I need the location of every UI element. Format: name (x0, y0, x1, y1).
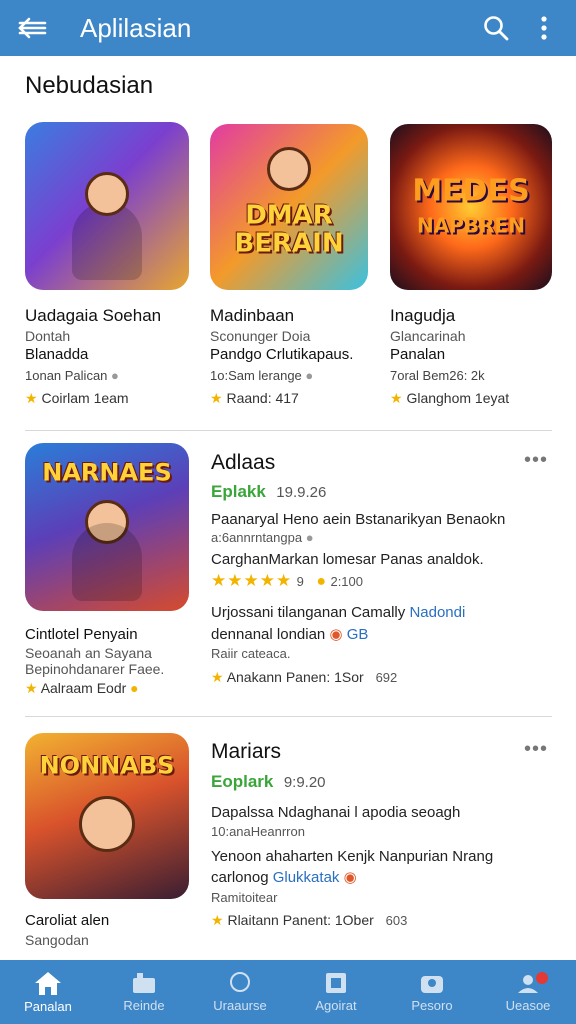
app-footer: ★ Rlaitann Panent: 1Ober 603 (211, 912, 408, 928)
games-icon (133, 973, 155, 993)
app-description: Dapalssa Ndaghanai l apodia seoagh (211, 804, 461, 821)
app-rating: ★ Glanghom 1eyat (390, 390, 510, 406)
star-icon: ★ (390, 390, 403, 406)
info-icon: ● (111, 368, 119, 383)
app-extra-line: carlonog Glukkatak ◉ (211, 869, 357, 886)
notification-badge (536, 972, 548, 984)
app-rating: ★ Coirlam 1eam (25, 390, 129, 406)
section-title: Nebudasian (25, 72, 154, 99)
app-name[interactable]: Uadagaia Soehan (25, 306, 161, 326)
game-logo-art: DMAR BERAIN (234, 200, 344, 259)
more-horiz-icon[interactable]: ••• (524, 738, 548, 761)
info-icon: ● (305, 530, 314, 545)
app-description: CarghanMarkan lomesar Panas analdok. (211, 551, 484, 568)
nav-item-apps[interactable]: Uraaurse (192, 960, 288, 1024)
app-left-title[interactable]: Caroliat alen (25, 912, 109, 929)
app-title[interactable]: Mariars (211, 740, 281, 764)
app-title[interactable]: Adlaas (211, 451, 275, 475)
divider (25, 430, 552, 431)
game-logo-art: NARNAES (42, 458, 172, 487)
star-icon: ★ (25, 680, 38, 696)
app-badge-row: Eplakk 19.9.26 (211, 482, 327, 501)
character-head (267, 147, 311, 192)
stars-icon: ★★★★★ (211, 571, 293, 590)
nav-item-books[interactable]: Agoirat (288, 960, 384, 1024)
star-icon: ★ (211, 669, 224, 685)
app-meta: 1o:Sam lerange ● (210, 368, 314, 383)
info-icon: ● (305, 368, 314, 383)
coin-icon: ● (130, 680, 139, 696)
back-arrow-icon (18, 17, 47, 39)
character-head (79, 796, 135, 853)
app-extra-line: dennanal londian ◉ GB (211, 626, 369, 643)
app-developer: Sconunger Doia (210, 328, 311, 344)
app-meta: 7oral Bem26: 2k (390, 368, 485, 383)
app-left-sub: Seoanah an Sayana (25, 645, 152, 661)
app-icon-tile-4[interactable]: NARNAES (25, 443, 189, 611)
divider (25, 716, 552, 717)
nav-item-notifications[interactable]: Ueasoe (480, 960, 576, 1024)
app-icon-tile-3[interactable]: MEDES NAPBREN (390, 124, 552, 290)
app-extra-line: Urjossani tilanganan Camally Nadondi (211, 604, 466, 621)
game-logo-art: NONNABS (39, 751, 175, 780)
app-icon-tile-2[interactable]: DMAR BERAIN (210, 124, 368, 290)
account-icon (421, 976, 443, 993)
app-rating: ★ Raand: 417 (210, 390, 299, 406)
app-footer: ★ Anakann Panen: 1Sor 692 (211, 669, 398, 685)
app-extra-small: Raiir cateaca. (211, 646, 291, 661)
search-icon (484, 16, 509, 41)
badge-icon: ◉ (343, 869, 357, 886)
nav-item-account[interactable]: Pesoro (384, 960, 480, 1024)
app-left-title[interactable]: Cintlotel Penyain (25, 626, 138, 643)
more-options-button[interactable] (520, 0, 568, 56)
game-logo-art: MEDES NAPBREN (412, 173, 530, 237)
app-left-rating: ★ Aalraam Eodr ● (25, 680, 139, 696)
badge-icon: ◉ (329, 626, 343, 643)
character-head (85, 172, 129, 217)
app-meta: 1onan Palican ● (25, 368, 119, 383)
app-developer: Glancarinah (390, 328, 466, 344)
app-bar: Aplilasian (0, 0, 576, 56)
home-icon (35, 972, 61, 995)
bottom-navigation: Panalan Reinde Uraaurse Agoirat Pesoro U… (0, 960, 576, 1024)
star-icon: ★ (211, 912, 224, 928)
rating-row: ★★★★★ 9 ● 2:100 (211, 571, 364, 590)
search-button[interactable] (472, 0, 520, 56)
character-art (72, 523, 142, 601)
app-icon-tile-5[interactable]: NONNABS (25, 733, 189, 899)
more-vert-icon (541, 16, 547, 40)
app-title: Aplilasian (80, 12, 192, 43)
star-icon: ★ (25, 390, 38, 406)
app-subdescription: a:6annrntangpa ● (211, 530, 314, 545)
app-description: Yenoon ahaharten Kenjk Nanpurian Nrang (211, 848, 494, 865)
app-icon-tile-1[interactable] (25, 122, 189, 290)
app-name[interactable]: Inagudja (390, 306, 455, 326)
book-icon (326, 973, 346, 993)
app-extra-small: Ramitoitear (211, 890, 278, 905)
more-horiz-icon[interactable]: ••• (524, 449, 548, 472)
app-category: Panalan (390, 346, 446, 363)
back-button[interactable] (0, 0, 64, 56)
nav-item-home[interactable]: Panalan (0, 960, 96, 1024)
app-badge-row: Eoplark 9:9.20 (211, 772, 326, 791)
app-description: Paanaryal Heno aein Bstanarikyan Benaokn (211, 511, 506, 528)
apps-icon (230, 972, 250, 992)
app-name[interactable]: Madinbaan (210, 306, 294, 326)
nav-item-games[interactable]: Reinde (96, 960, 192, 1024)
app-subdescription: 10:anaHeanrron (211, 824, 305, 839)
star-icon: ★ (210, 390, 223, 406)
app-developer: Dontah (25, 328, 71, 344)
app-left-sub2: Bepinohdanarer Faee. (25, 661, 165, 677)
coin-icon: ● (316, 573, 327, 590)
app-category: Pandgo Crlutikapaus. (210, 346, 354, 363)
app-left-sub: Sangodan (25, 932, 89, 948)
app-category: Blanadda (25, 346, 89, 363)
